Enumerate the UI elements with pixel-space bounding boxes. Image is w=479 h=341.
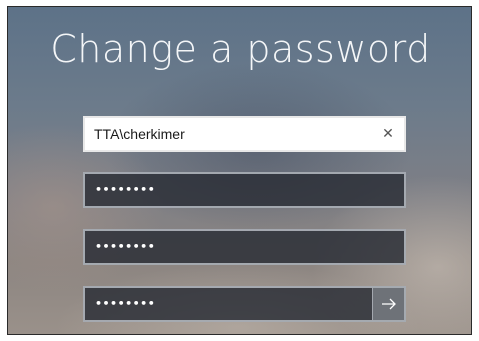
confirm-password-field[interactable]: ••••••••: [83, 286, 406, 322]
arrow-right-icon: [382, 298, 396, 310]
new-password-field[interactable]: ••••••••: [83, 229, 406, 265]
lock-screen-background: Change a password TTA\cherkimer ✕ ••••••…: [7, 6, 472, 335]
submit-button[interactable]: [372, 288, 404, 320]
confirm-password-masked-value[interactable]: ••••••••: [95, 288, 155, 320]
old-password-field[interactable]: ••••••••: [83, 172, 406, 208]
username-value[interactable]: TTA\cherkimer: [94, 118, 185, 150]
username-field[interactable]: TTA\cherkimer ✕: [83, 116, 406, 152]
new-password-masked-value[interactable]: ••••••••: [95, 231, 155, 263]
old-password-masked-value[interactable]: ••••••••: [95, 174, 155, 206]
close-icon[interactable]: ✕: [378, 124, 398, 144]
page-title: Change a password: [50, 27, 431, 71]
